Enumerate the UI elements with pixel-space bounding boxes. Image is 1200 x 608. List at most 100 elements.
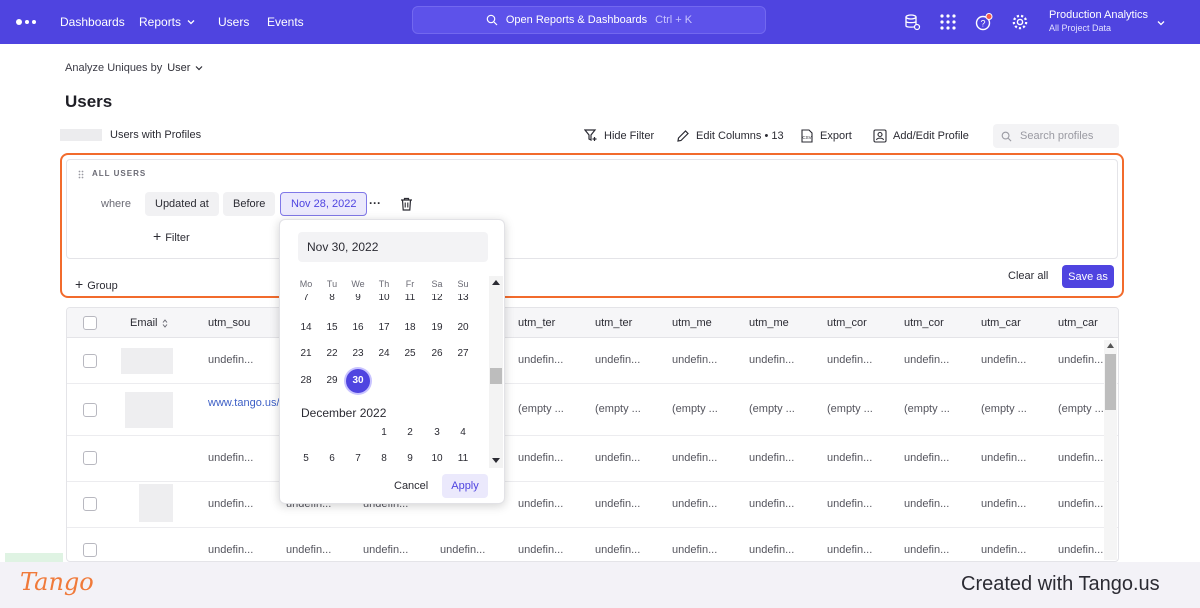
- trash-icon[interactable]: [400, 197, 413, 211]
- search-profiles-input[interactable]: Search profiles: [993, 124, 1119, 148]
- cancel-button[interactable]: Cancel: [394, 480, 428, 492]
- column-header-utm-campaign-2[interactable]: utm_car: [1058, 317, 1098, 329]
- calendar-day[interactable]: 19: [427, 322, 447, 333]
- calendar-day[interactable]: 20: [453, 322, 473, 333]
- column-header-utm-content-2[interactable]: utm_cor: [904, 317, 944, 329]
- help-notification-icon[interactable]: ?: [975, 13, 993, 31]
- calendar-day[interactable]: 24: [374, 348, 394, 359]
- calendar-day[interactable]: 6: [322, 453, 342, 464]
- calendar-day[interactable]: 5: [296, 453, 316, 464]
- calendar-day[interactable]: 16: [348, 322, 368, 333]
- calendar-day[interactable]: 7: [296, 294, 316, 303]
- table-row[interactable]: undefin... undefin... undefin... undefin…: [67, 436, 1118, 482]
- column-header-utm-content-1[interactable]: utm_cor: [827, 317, 867, 329]
- app-logo-icon[interactable]: [16, 16, 36, 28]
- sort-icon: [162, 318, 167, 328]
- calendar-scrollbar[interactable]: [489, 276, 503, 468]
- svg-text:CSV: CSV: [802, 135, 811, 140]
- row-checkbox[interactable]: [83, 497, 97, 511]
- column-header-utm-term-2[interactable]: utm_ter: [595, 317, 632, 329]
- settings-gear-icon[interactable]: [1011, 13, 1029, 31]
- hide-filter-button[interactable]: Hide Filter: [584, 129, 654, 142]
- table-row[interactable]: undefin... undefin... undefin... undefin…: [67, 482, 1118, 528]
- column-header-utm-source[interactable]: utm_sou: [208, 317, 250, 329]
- nav-users[interactable]: Users: [218, 15, 249, 29]
- table-cell: undefin...: [595, 452, 641, 464]
- drag-handle-icon[interactable]: [78, 170, 84, 179]
- nav-dashboards[interactable]: Dashboards: [60, 15, 125, 29]
- nav-events[interactable]: Events: [267, 15, 304, 29]
- table-vertical-scrollbar[interactable]: [1104, 340, 1117, 560]
- select-all-checkbox[interactable]: [83, 316, 97, 330]
- column-header-utm-term-1[interactable]: utm_ter: [518, 317, 555, 329]
- calendar-day[interactable]: 29: [322, 375, 342, 386]
- filter-value-chip[interactable]: Nov 28, 2022: [280, 192, 368, 216]
- calendar-day[interactable]: 11: [400, 294, 420, 303]
- calendar-day[interactable]: 26: [427, 348, 447, 359]
- row-checkbox[interactable]: [83, 403, 97, 417]
- open-reports-search[interactable]: Open Reports & Dashboards Ctrl + K: [412, 6, 766, 34]
- clear-all-button[interactable]: Clear all: [1008, 270, 1048, 282]
- table-cell: undefin...: [749, 498, 795, 510]
- calendar-day[interactable]: 9: [400, 453, 420, 464]
- calendar-day[interactable]: 10: [374, 294, 394, 303]
- column-header-utm-medium-2[interactable]: utm_me: [749, 317, 789, 329]
- add-filter-button[interactable]: + Filter: [153, 228, 190, 244]
- database-settings-icon[interactable]: [903, 13, 921, 31]
- calendar-day[interactable]: 22: [322, 348, 342, 359]
- calendar-day[interactable]: 10: [427, 453, 447, 464]
- calendar-day[interactable]: 7: [348, 453, 368, 464]
- table-row[interactable]: undefin... undefin... undefin... undefin…: [67, 528, 1118, 561]
- calendar-day[interactable]: 15: [322, 322, 342, 333]
- calendar-day[interactable]: 13: [453, 294, 473, 303]
- scroll-down-arrow-icon[interactable]: [492, 458, 500, 463]
- project-chevron-down-icon[interactable]: [1157, 19, 1165, 27]
- calendar-day-selected[interactable]: 30: [346, 369, 370, 393]
- calendar-day[interactable]: 21: [296, 348, 316, 359]
- analyze-uniques-selector[interactable]: Analyze Uniques by User: [65, 62, 203, 74]
- edit-columns-button[interactable]: Edit Columns • 13: [676, 129, 784, 143]
- calendar-day[interactable]: 17: [374, 322, 394, 333]
- calendar-day[interactable]: 1: [374, 427, 394, 438]
- save-as-button[interactable]: Save as: [1062, 265, 1114, 288]
- add-group-button[interactable]: + Group: [75, 276, 118, 292]
- calendar-day[interactable]: 4: [453, 427, 473, 438]
- export-button[interactable]: CSV Export: [800, 129, 852, 143]
- more-options-icon[interactable]: ···: [369, 196, 381, 210]
- table-cell-link[interactable]: www.tango.us/: [208, 396, 280, 410]
- row-checkbox[interactable]: [83, 451, 97, 465]
- column-header-email[interactable]: Email: [130, 317, 168, 329]
- calendar-day[interactable]: 18: [400, 322, 420, 333]
- calendar-day[interactable]: 28: [296, 375, 316, 386]
- calendar-day[interactable]: 25: [400, 348, 420, 359]
- column-header-utm-campaign-1[interactable]: utm_car: [981, 317, 1021, 329]
- scrollbar-thumb[interactable]: [490, 368, 502, 384]
- row-checkbox[interactable]: [83, 354, 97, 368]
- calendar-day[interactable]: 27: [453, 348, 473, 359]
- calendar-day[interactable]: 11: [453, 453, 473, 464]
- calendar-day[interactable]: 9: [348, 294, 368, 303]
- table-row[interactable]: undefin... undefin... undefin... undefin…: [67, 338, 1118, 384]
- calendar-day[interactable]: 8: [322, 294, 342, 303]
- row-checkbox[interactable]: [83, 543, 97, 557]
- apply-button[interactable]: Apply: [442, 474, 488, 498]
- project-selector[interactable]: Production Analytics All Project Data: [1049, 9, 1148, 35]
- table-row[interactable]: www.tango.us/ (empty ... (empty ... (emp…: [67, 384, 1118, 436]
- filter-property-chip[interactable]: Updated at: [145, 192, 219, 216]
- add-edit-profile-button[interactable]: Add/Edit Profile: [873, 129, 969, 143]
- nav-reports[interactable]: Reports: [139, 15, 195, 29]
- table-cell: undefin...: [1058, 452, 1104, 464]
- calendar-day[interactable]: 14: [296, 322, 316, 333]
- calendar-day[interactable]: 8: [374, 453, 394, 464]
- calendar-day[interactable]: 12: [427, 294, 447, 303]
- calendar-day[interactable]: 23: [348, 348, 368, 359]
- date-input[interactable]: Nov 30, 2022: [298, 232, 488, 262]
- scrollbar-thumb[interactable]: [1105, 354, 1116, 410]
- column-header-utm-medium-1[interactable]: utm_me: [672, 317, 712, 329]
- calendar-day[interactable]: 3: [427, 427, 447, 438]
- scroll-up-arrow-icon[interactable]: [492, 280, 500, 285]
- apps-grid-icon[interactable]: [939, 13, 957, 31]
- filter-operator-chip[interactable]: Before: [223, 192, 276, 216]
- calendar-day[interactable]: 2: [400, 427, 420, 438]
- scroll-up-arrow-icon[interactable]: [1107, 343, 1114, 348]
